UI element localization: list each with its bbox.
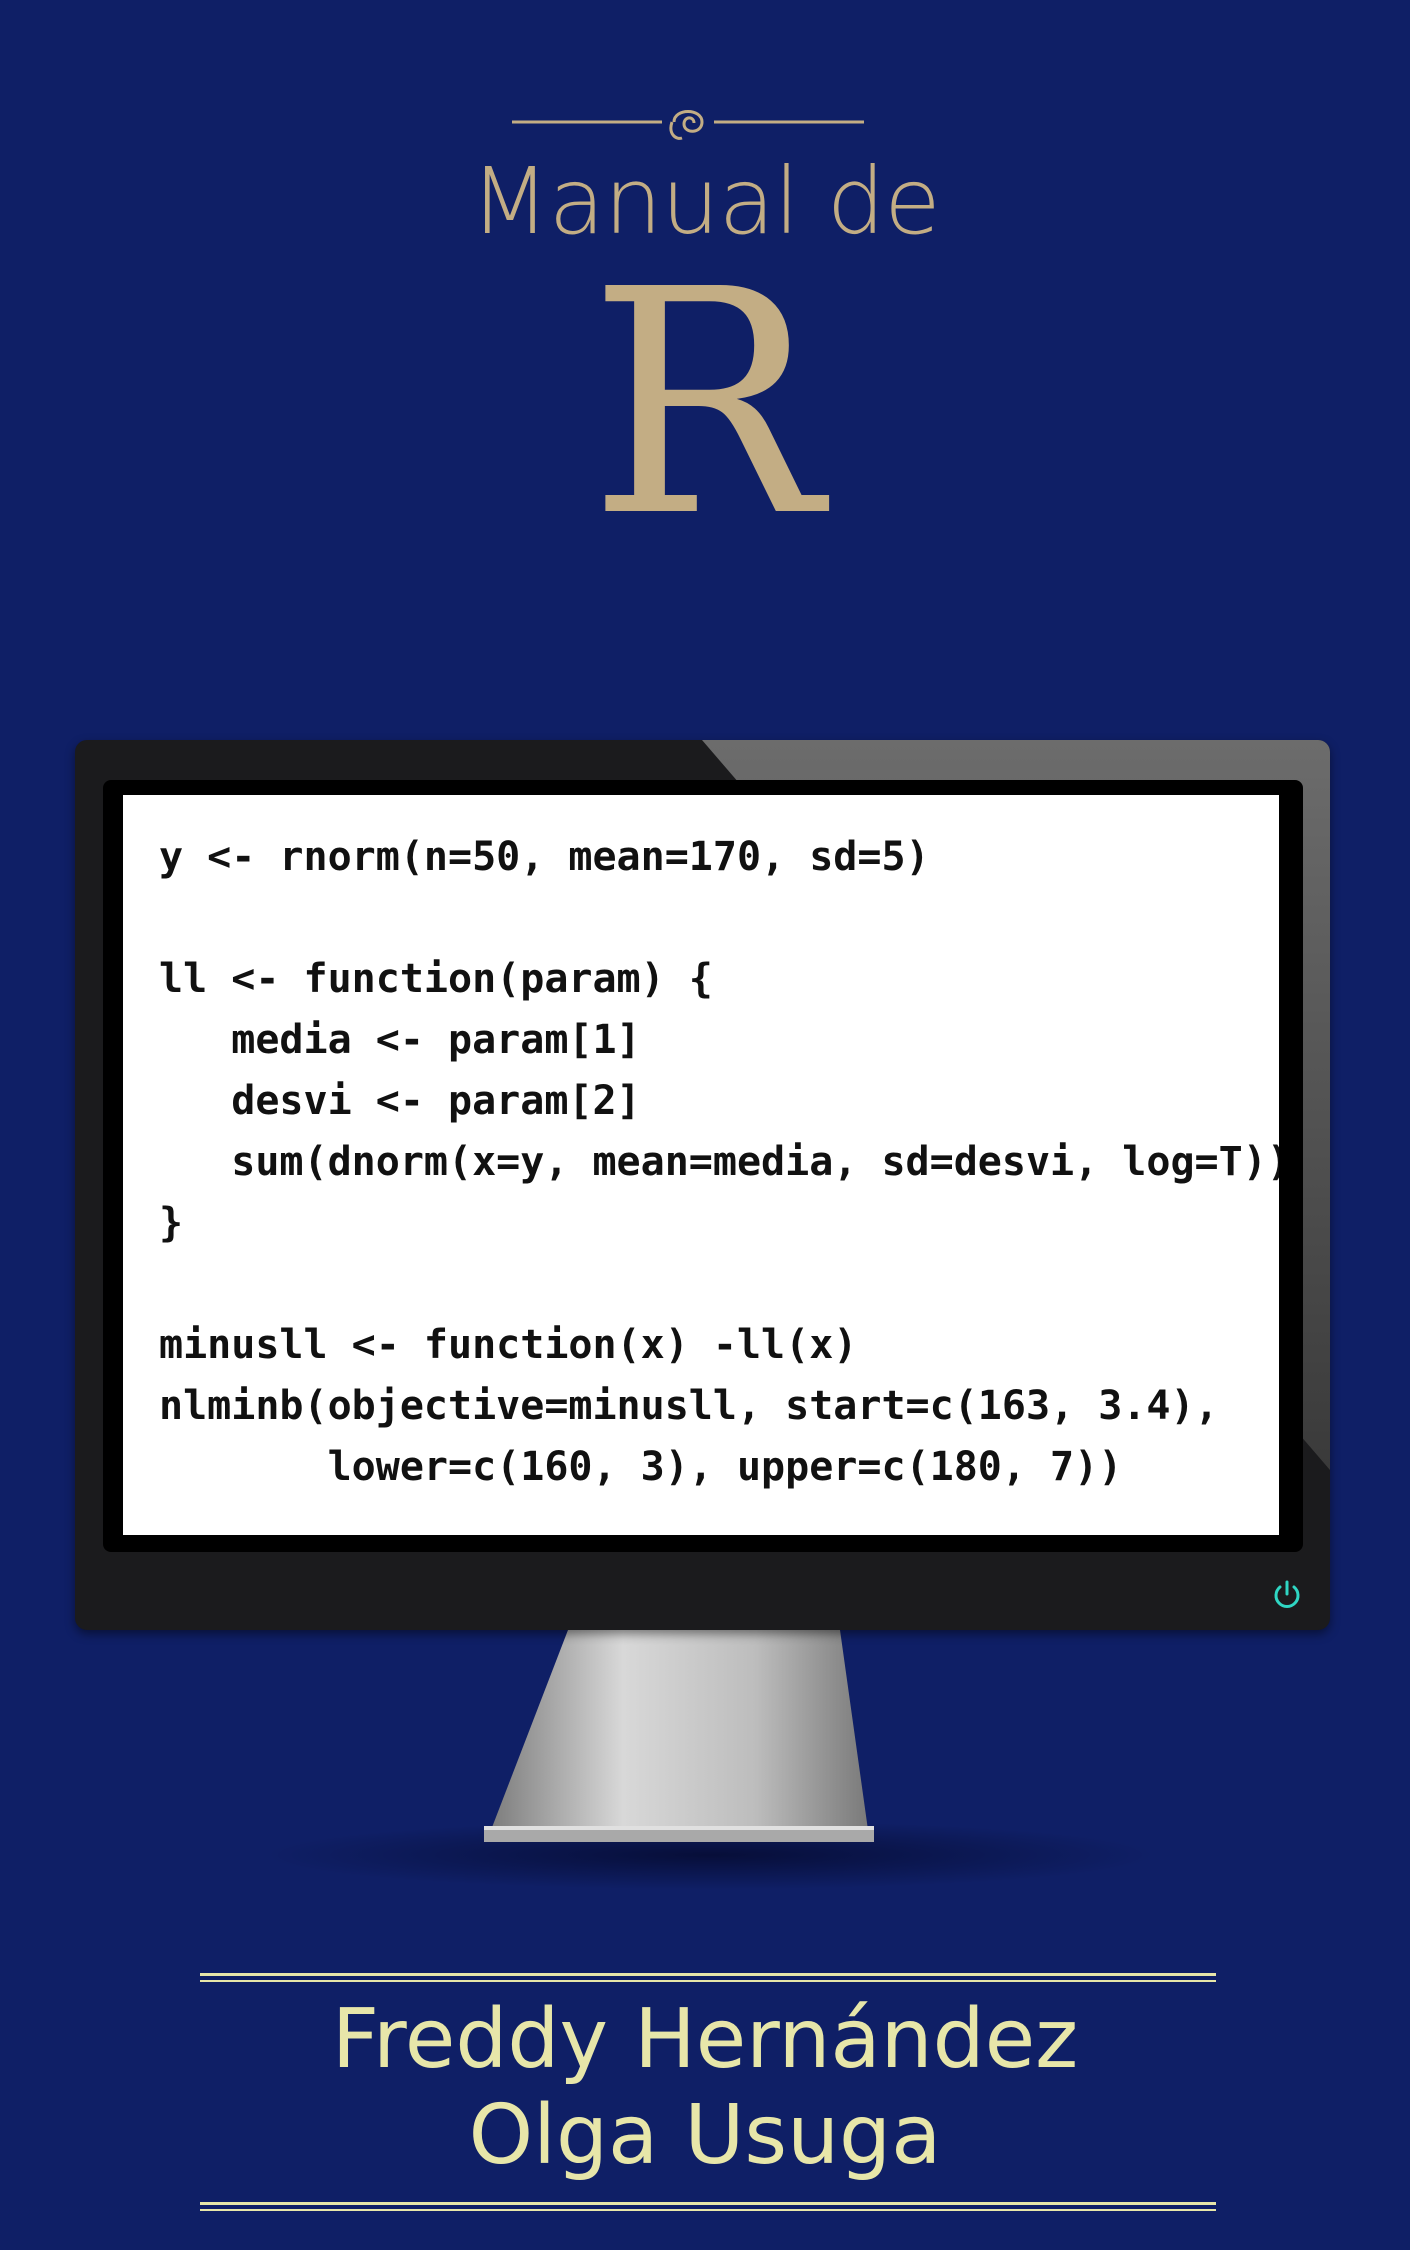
code-line: media <- param[1] xyxy=(159,1017,641,1063)
ornament-icon xyxy=(512,110,864,140)
cover-title: R xyxy=(588,224,822,585)
monitor-screen: y <- rnorm(n=50, mean=170, sd=5) ll <- f… xyxy=(123,795,1279,1535)
code-block: y <- rnorm(n=50, mean=170, sd=5) ll <- f… xyxy=(123,795,1279,1498)
code-line: nlminb(objective=minusll, start=c(163, 3… xyxy=(159,1383,1219,1429)
authors: Freddy Hernández Olga Usuga xyxy=(0,1992,1410,2184)
monitor: y <- rnorm(n=50, mean=170, sd=5) ll <- f… xyxy=(75,740,1330,1640)
code-line: ll <- function(param) { xyxy=(159,956,713,1002)
divider-bottom xyxy=(200,2202,1216,2211)
code-line: desvi <- param[2] xyxy=(159,1078,641,1124)
code-line: lower=c(160, 3), upper=c(180, 7)) xyxy=(159,1444,1123,1490)
code-line: y <- rnorm(n=50, mean=170, sd=5) xyxy=(159,834,930,880)
code-line: sum(dnorm(x=y, mean=media, sd=desvi, log… xyxy=(159,1139,1279,1185)
divider-top xyxy=(200,1973,1216,1982)
power-icon[interactable] xyxy=(1270,1578,1304,1612)
code-line: } xyxy=(159,1200,184,1246)
author-name: Olga Usuga xyxy=(468,2088,942,2183)
monitor-stand xyxy=(484,1630,874,1842)
author-name: Freddy Hernández xyxy=(331,1992,1079,2087)
code-line: minusll <- function(x) -ll(x) xyxy=(159,1322,858,1368)
